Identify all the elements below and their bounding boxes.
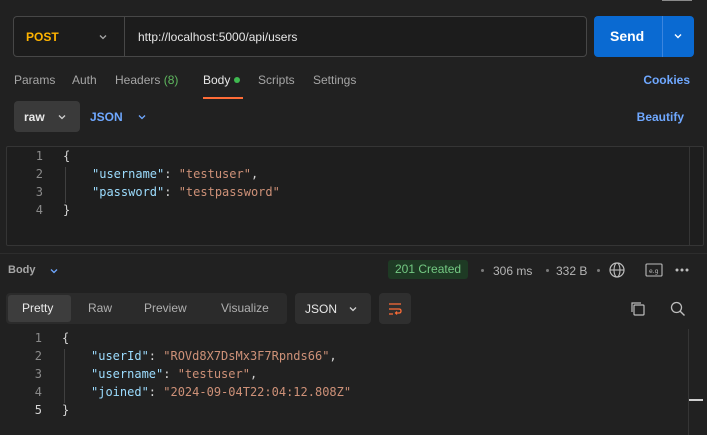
json-value: "testuser"	[178, 167, 251, 181]
line-number: 5	[34, 403, 42, 417]
tab-body[interactable]: Body	[203, 73, 241, 87]
editor-scrollbar[interactable]	[689, 147, 690, 245]
json-key: "username"	[92, 167, 165, 181]
response-format-label: JSON	[305, 302, 338, 316]
wrap-lines-icon	[389, 303, 402, 315]
response-section-toggle[interactable]: Body	[8, 264, 36, 276]
brace-open: {	[62, 331, 70, 345]
chevron-down-icon	[58, 115, 66, 120]
json-key: "password"	[92, 185, 165, 199]
svg-text:e.g: e.g	[649, 268, 659, 275]
active-tab-underline	[203, 97, 243, 99]
separator-dot	[546, 269, 549, 272]
line-number: 4	[35, 203, 43, 217]
code-line: "userId": "ROVd8X7DsMx3F7Rpnds66",	[91, 349, 337, 363]
body-mode-label: raw	[24, 110, 45, 124]
tab-raw[interactable]: Raw	[88, 301, 112, 315]
line-number: 3	[35, 185, 43, 199]
json-value: "testuser"	[177, 367, 250, 381]
json-value: "testpassword"	[178, 185, 280, 199]
indent-guide	[64, 349, 65, 403]
scrollbar-marker	[689, 399, 703, 401]
json-value: "ROVd8X7DsMx3F7Rpnds66"	[163, 349, 330, 363]
tab-pretty[interactable]: Pretty	[22, 301, 53, 315]
brace-open: {	[63, 149, 71, 163]
response-size[interactable]: 332 B	[556, 264, 587, 278]
response-bar: Body 201 Created 306 ms 332 B e.g	[0, 253, 707, 285]
globe-icon[interactable]	[608, 261, 626, 279]
wrap-lines-button[interactable]	[379, 293, 411, 324]
line-number: 4	[34, 385, 42, 399]
tab-auth[interactable]: Auth	[72, 73, 97, 87]
separator-dot	[481, 269, 484, 272]
code-line: "password": "testpassword"	[92, 185, 280, 199]
chevron-down-icon[interactable]	[136, 111, 148, 123]
tab-preview[interactable]: Preview	[144, 301, 187, 315]
separator-dot	[597, 269, 600, 272]
tab-visualize[interactable]: Visualize	[221, 301, 269, 315]
json-key: "joined"	[91, 385, 149, 399]
copy-icon[interactable]	[629, 300, 647, 318]
code-line: "username": "testuser",	[91, 367, 258, 381]
chevron-down-icon	[99, 35, 107, 40]
tab-headers[interactable]: Headers (8)	[115, 73, 178, 87]
json-value: "2024-09-04T22:04:12.808Z"	[163, 385, 352, 399]
send-label: Send	[610, 28, 645, 44]
brace-close: }	[63, 203, 71, 217]
method-select[interactable]: POST	[14, 17, 125, 56]
json-key: "username"	[91, 367, 164, 381]
response-body-viewer[interactable]: 1 2 3 4 5 { "userId": "ROVd8X7DsMx3F7Rpn…	[0, 329, 707, 435]
response-time[interactable]: 306 ms	[493, 264, 532, 278]
chevron-down-icon[interactable]	[48, 265, 60, 277]
send-button[interactable]: Send	[594, 16, 694, 57]
tab-body-label: Body	[203, 73, 231, 87]
json-key: "userId"	[91, 349, 149, 363]
language-select[interactable]: JSON	[90, 110, 123, 124]
response-view-tabs: Pretty Raw Preview Visualize	[6, 293, 287, 324]
line-number: 1	[35, 149, 43, 163]
code-line: "username": "testuser",	[92, 167, 259, 181]
window-edge	[662, 0, 692, 1]
response-format-select[interactable]: JSON	[295, 293, 371, 324]
tab-scripts[interactable]: Scripts	[258, 73, 295, 87]
search-icon[interactable]	[669, 300, 687, 318]
status-badge[interactable]: 201 Created	[388, 260, 469, 279]
request-body-editor[interactable]: 1 2 3 4 { "username": "testuser", "passw…	[6, 146, 704, 246]
brace-close: }	[62, 403, 70, 417]
json-trail: ,	[250, 167, 259, 181]
line-number: 2	[35, 167, 43, 181]
response-scrollbar[interactable]	[688, 329, 689, 435]
json-trail: ,	[329, 349, 337, 363]
indent-guide	[65, 167, 66, 203]
line-number: 1	[34, 331, 42, 345]
request-bar: POST http://localhost:5000/api/users Sen…	[13, 16, 694, 57]
cookies-link[interactable]: Cookies	[643, 73, 690, 87]
json-trail: ,	[249, 367, 258, 381]
url-box: POST http://localhost:5000/api/users	[13, 16, 587, 57]
chevron-down-icon[interactable]	[672, 30, 684, 42]
tab-params[interactable]: Params	[14, 73, 55, 87]
beautify-button[interactable]: Beautify	[637, 110, 684, 124]
body-indicator-dot	[234, 77, 241, 83]
headers-count-badge: (8)	[163, 73, 179, 87]
tab-settings[interactable]: Settings	[313, 73, 356, 87]
more-icon[interactable]	[674, 262, 690, 278]
line-number: 2	[34, 349, 42, 363]
line-number: 3	[34, 367, 42, 381]
url-input[interactable]: http://localhost:5000/api/users	[138, 30, 297, 44]
chevron-down-icon	[349, 307, 357, 312]
body-mode-select[interactable]: raw	[14, 101, 80, 132]
code-line: "joined": "2024-09-04T22:04:12.808Z"	[91, 385, 352, 399]
save-response-icon[interactable]: e.g	[645, 262, 663, 278]
send-divider	[662, 16, 663, 57]
method-label: POST	[26, 30, 59, 44]
tab-headers-label: Headers	[115, 73, 161, 87]
